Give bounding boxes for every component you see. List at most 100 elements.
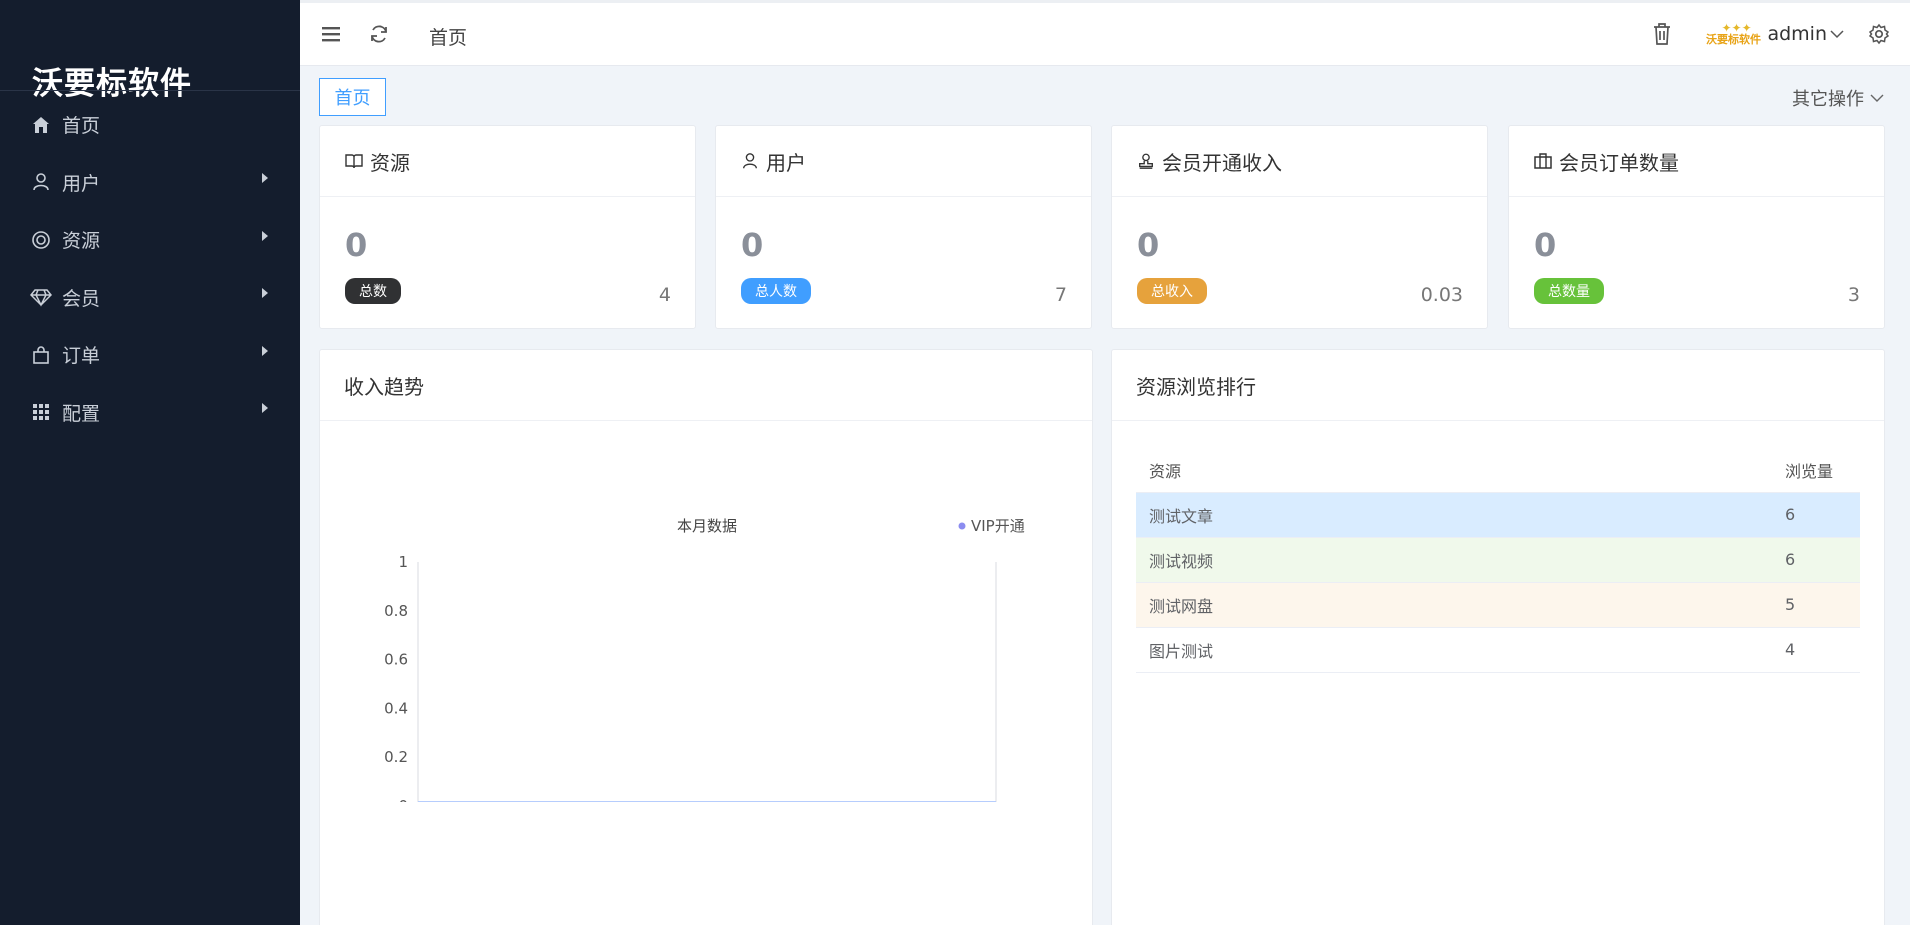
sidebar-item-label: 配置 bbox=[62, 402, 101, 425]
stat-total: 7 bbox=[1054, 284, 1067, 306]
y-tick-label: 1 bbox=[398, 553, 408, 571]
other-operations-dropdown[interactable]: 其它操作 bbox=[1792, 85, 1884, 111]
card-title: 用户 bbox=[766, 150, 806, 175]
stamp-icon bbox=[1136, 151, 1156, 171]
stat-value: 0 bbox=[741, 226, 764, 264]
table-row[interactable]: 测试视频 6 bbox=[1136, 537, 1860, 583]
income-trend-panel: 收入趋势 本月数据VIP开通00.20.40.60.81123456789101… bbox=[319, 349, 1093, 925]
username: admin bbox=[1767, 23, 1827, 45]
card-header: 用户 bbox=[716, 126, 1091, 197]
book-icon bbox=[344, 151, 364, 171]
y-tick-label: 0.6 bbox=[384, 651, 408, 669]
stat-badge: 总数 bbox=[345, 278, 401, 304]
card-title: 资源浏览排行 bbox=[1136, 374, 1256, 399]
top-header: 首页 ✦✦✦ 沃要标软件 admin bbox=[300, 0, 1910, 66]
sidebar-item-user[interactable]: 用户 bbox=[0, 154, 300, 212]
view-count: 4 bbox=[1772, 627, 1860, 673]
card-header: 资源 bbox=[320, 126, 695, 197]
card-title: 资源 bbox=[370, 150, 410, 175]
stat-value: 0 bbox=[1137, 226, 1160, 264]
sidebar-item-resource[interactable]: 资源 bbox=[0, 211, 300, 269]
sidebar-item-config[interactable]: 配置 bbox=[0, 384, 300, 442]
briefcase-icon bbox=[1533, 151, 1553, 171]
sidebar-item-label: 资源 bbox=[62, 230, 101, 253]
caret-right-icon bbox=[262, 288, 268, 299]
stat-card-user: 用户 0 总人数 7 bbox=[715, 125, 1092, 329]
stat-value: 0 bbox=[1534, 226, 1557, 264]
stat-total: 3 bbox=[1847, 284, 1860, 306]
y-tick-label: 0.2 bbox=[384, 748, 408, 766]
stat-card-member-orders: 会员订单数量 0 总数量 3 bbox=[1508, 125, 1885, 329]
sidebar-item-home[interactable]: 首页 bbox=[0, 96, 300, 154]
sidebar-nav: 首页 用户 资源 会员 订单 配置 bbox=[0, 96, 300, 441]
trash-icon[interactable] bbox=[1649, 21, 1675, 47]
sidebar-item-label: 订单 bbox=[62, 345, 101, 368]
sidebar-item-member[interactable]: 会员 bbox=[0, 269, 300, 327]
card-header: 收入趋势 bbox=[320, 350, 1092, 421]
sidebar-item-label: 首页 bbox=[62, 115, 101, 138]
sidebar-item-order[interactable]: 订单 bbox=[0, 326, 300, 384]
menu-toggle-icon[interactable] bbox=[318, 21, 344, 47]
card-title: 会员开通收入 bbox=[1162, 150, 1282, 175]
card-title: 会员订单数量 bbox=[1559, 150, 1679, 175]
sidebar-item-label: 会员 bbox=[62, 287, 101, 310]
resource-ranking-panel: 资源浏览排行 资源 浏览量 测试文章 6 测试视频 6 测试网盘 5 图片测试 bbox=[1111, 349, 1885, 925]
sidebar-item-label: 用户 bbox=[62, 172, 101, 195]
breadcrumb[interactable]: 首页 bbox=[429, 23, 467, 50]
caret-right-icon bbox=[262, 173, 268, 184]
stat-badge: 总数量 bbox=[1534, 278, 1604, 304]
stat-badge: 总人数 bbox=[741, 278, 811, 304]
user-menu[interactable]: ✦✦✦ 沃要标软件 admin bbox=[1705, 21, 1844, 47]
sidebar: 沃要标软件 首页 用户 资源 会员 订单 配置 bbox=[0, 0, 300, 925]
lifebuoy-icon bbox=[30, 229, 52, 251]
column-header-views[interactable]: 浏览量 bbox=[1772, 448, 1860, 493]
ranking-table: 资源 浏览量 测试文章 6 测试视频 6 测试网盘 5 图片测试 4 bbox=[1136, 448, 1860, 673]
view-count: 6 bbox=[1772, 492, 1860, 538]
table-row[interactable]: 测试文章 6 bbox=[1136, 492, 1860, 538]
caret-right-icon bbox=[262, 230, 268, 241]
bag-icon bbox=[30, 344, 52, 366]
income-chart: 本月数据VIP开通00.20.40.60.8112345678910111213… bbox=[384, 517, 1025, 802]
y-tick-label: 0.4 bbox=[384, 699, 408, 717]
view-count: 6 bbox=[1772, 537, 1860, 583]
refresh-icon[interactable] bbox=[366, 21, 392, 47]
gear-icon[interactable] bbox=[1866, 21, 1892, 47]
stat-badge: 总收入 bbox=[1137, 278, 1207, 304]
column-header-resource[interactable]: 资源 bbox=[1136, 448, 1772, 493]
table-row[interactable]: 测试网盘 5 bbox=[1136, 582, 1860, 628]
caret-right-icon bbox=[262, 403, 268, 414]
divider bbox=[0, 90, 300, 91]
resource-name: 测试视频 bbox=[1136, 537, 1772, 583]
series-baseline-band bbox=[418, 801, 996, 802]
table-row[interactable]: 图片测试 4 bbox=[1136, 627, 1860, 673]
resource-name: 测试文章 bbox=[1136, 492, 1772, 538]
caret-right-icon bbox=[262, 345, 268, 356]
resource-name: 测试网盘 bbox=[1136, 582, 1772, 628]
stat-total: 0.03 bbox=[1420, 284, 1463, 306]
stat-value: 0 bbox=[345, 226, 368, 264]
stat-card-resource: 资源 0 总数 4 bbox=[319, 125, 696, 329]
card-title: 收入趋势 bbox=[344, 374, 424, 399]
grid-icon bbox=[30, 401, 52, 423]
legend-label: VIP开通 bbox=[971, 517, 1025, 535]
user-icon bbox=[740, 151, 760, 171]
table-header-row: 资源 浏览量 bbox=[1136, 448, 1860, 493]
stat-card-member-income: 会员开通收入 0 总收入 0.03 bbox=[1111, 125, 1488, 329]
chart-title: 本月数据 bbox=[677, 517, 737, 535]
chevron-down-icon bbox=[1870, 93, 1884, 103]
resource-name: 图片测试 bbox=[1136, 627, 1772, 673]
y-tick-label: 0.8 bbox=[384, 602, 408, 620]
home-icon bbox=[30, 114, 52, 136]
other-operations-label: 其它操作 bbox=[1792, 89, 1864, 110]
view-count: 5 bbox=[1772, 582, 1860, 628]
card-header: 会员订单数量 bbox=[1509, 126, 1884, 197]
y-tick-label: 0 bbox=[398, 797, 408, 802]
crown-icon: ✦✦✦ bbox=[1721, 21, 1752, 35]
diamond-icon bbox=[30, 286, 52, 308]
stat-total: 4 bbox=[658, 284, 671, 306]
tab-home[interactable]: 首页 bbox=[319, 78, 386, 116]
user-icon bbox=[30, 171, 52, 193]
logo-image: ✦✦✦ 沃要标软件 bbox=[1705, 21, 1761, 47]
legend-marker bbox=[958, 522, 966, 530]
card-header: 资源浏览排行 bbox=[1112, 350, 1884, 421]
